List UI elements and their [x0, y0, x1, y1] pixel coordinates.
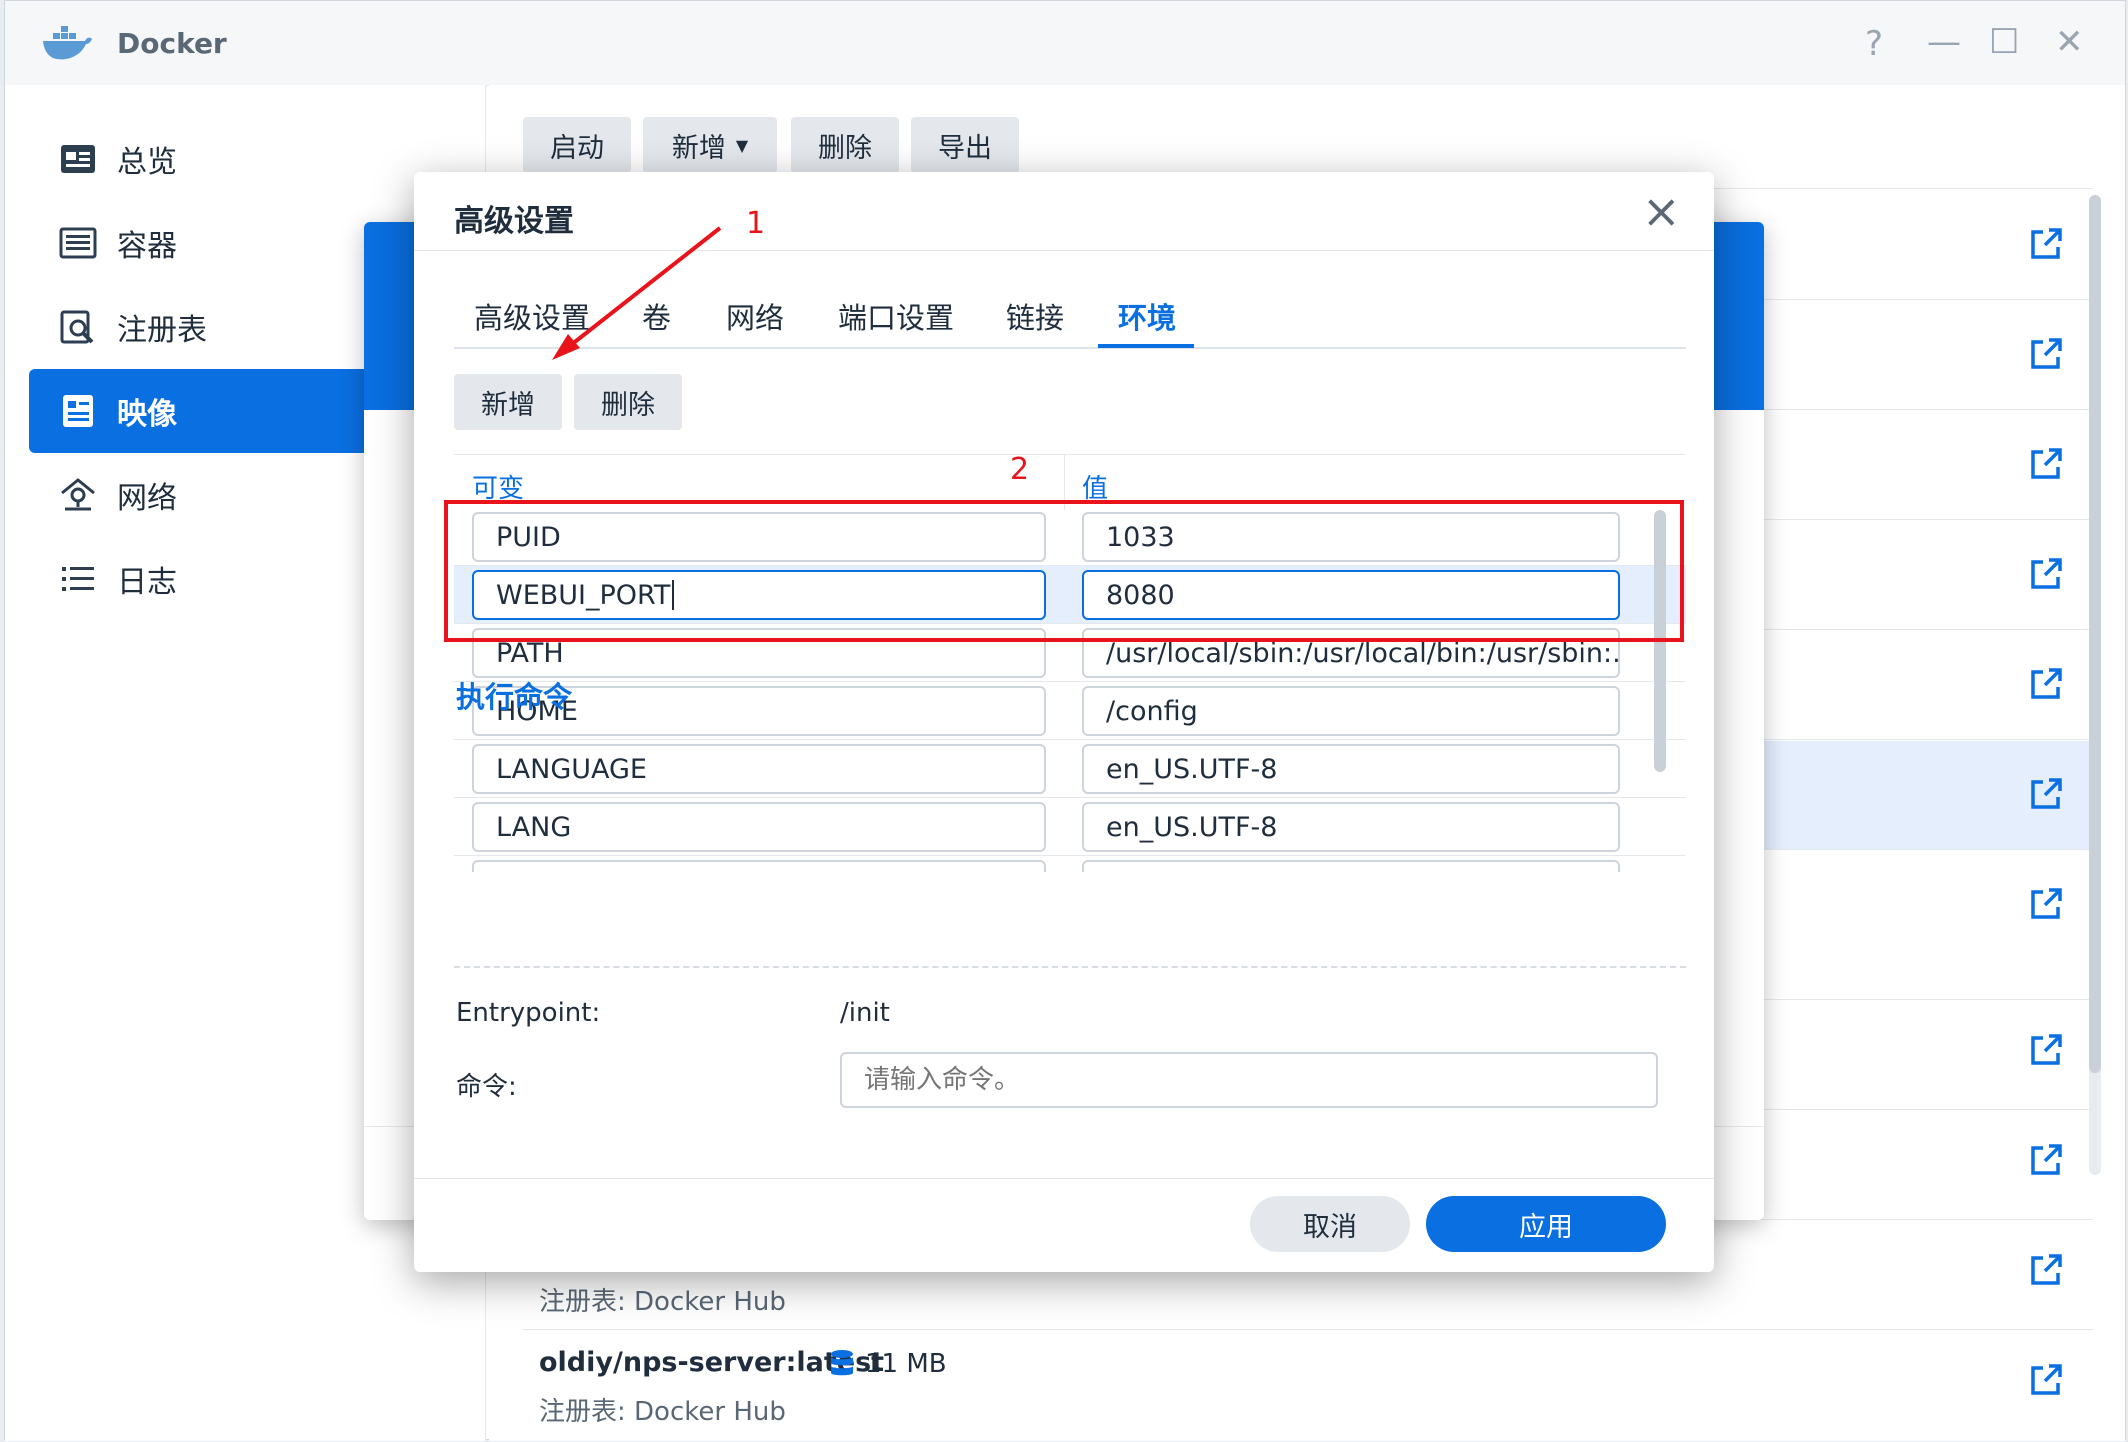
registry-icon [60, 310, 94, 344]
external-link-icon[interactable] [2029, 557, 2063, 591]
table-row[interactable]: PUID 1033 [454, 508, 1686, 566]
sidebar-item-label: 容器 [117, 229, 177, 264]
divider [454, 454, 1686, 455]
exec-section-title: 执行命令 [456, 680, 573, 714]
advanced-settings-dialog: 高级设置 × 高级设置 卷 网络 端口设置 链接 环境 新增 删除 可变 值 P… [414, 172, 1714, 1272]
tab-network[interactable]: 网络 [726, 284, 784, 348]
tab-port-settings[interactable]: 端口设置 [838, 284, 954, 348]
list-scrollbar[interactable] [2089, 195, 2101, 1175]
delete-env-button[interactable]: 删除 [574, 374, 682, 430]
command-input[interactable] [840, 1052, 1658, 1108]
external-link-icon[interactable] [2029, 777, 2063, 811]
grid-scrollbar-thumb[interactable] [1654, 510, 1666, 772]
env-value-field[interactable]: /config [1082, 686, 1620, 736]
active-tab-indicator [1098, 344, 1194, 348]
entrypoint-value: /init [840, 998, 890, 1028]
image-icon [63, 395, 93, 427]
entrypoint-label: Entrypoint: [456, 998, 601, 1028]
env-value-field[interactable]: 1033 [1082, 512, 1620, 562]
divider [523, 1329, 2093, 1330]
text-cursor [672, 580, 675, 610]
scrollbar-thumb[interactable] [2089, 195, 2101, 1073]
external-link-icon[interactable] [2029, 337, 2063, 371]
env-key-field[interactable]: PUID [472, 512, 1046, 562]
env-key-field[interactable]: PATH [472, 628, 1046, 678]
annotation-label-2: 2 [1010, 452, 1030, 487]
tab-links[interactable]: 链接 [1006, 284, 1064, 348]
title-bar: Docker ? — ☐ ✕ [5, 1, 2125, 86]
minimize-button[interactable]: — [1927, 25, 1961, 59]
database-icon [831, 1350, 853, 1376]
sidebar-item-label: 映像 [117, 397, 177, 432]
env-grid: PUID 1033 WEBUI_PORT 8080 PATH /usr/loca… [414, 508, 1714, 1060]
divider [414, 250, 1714, 251]
env-key-field[interactable]: WEBUI_PORT [472, 570, 1046, 620]
tab-environment[interactable]: 环境 [1118, 284, 1176, 348]
network-icon [61, 478, 95, 511]
external-link-icon[interactable] [2029, 887, 2063, 921]
sidebar-item-label: 日志 [117, 565, 177, 600]
docker-logo-icon [43, 26, 92, 60]
divider [414, 1178, 1714, 1179]
env-value-field[interactable]: 8080 [1082, 570, 1620, 620]
external-link-icon[interactable] [2029, 667, 2063, 701]
maximize-button[interactable]: ☐ [1989, 25, 2019, 59]
image-registry: 注册表: Docker Hub [539, 1397, 786, 1427]
table-row[interactable]: WEBUI_PORT 8080 [454, 566, 1686, 624]
image-size: 11 MB [865, 1349, 947, 1379]
sidebar-item-label: 注册表 [117, 313, 207, 348]
apply-button[interactable]: 应用 [1426, 1196, 1666, 1252]
chevron-down-icon: ▼ [735, 135, 749, 155]
export-button[interactable]: 导出 [911, 117, 1019, 173]
annotation-label-1: 1 [746, 206, 766, 241]
cancel-button[interactable]: 取消 [1250, 1196, 1410, 1252]
image-registry: 注册表: Docker Hub [539, 1287, 786, 1317]
delete-button[interactable]: 删除 [791, 117, 899, 173]
start-button[interactable]: 启动 [523, 117, 631, 173]
tab-volume[interactable]: 卷 [642, 284, 671, 348]
overview-icon [61, 145, 95, 173]
env-key-field[interactable]: LANGUAGE [472, 744, 1046, 794]
column-value-header[interactable]: 值 [1082, 468, 1108, 505]
command-label: 命令: [456, 1072, 517, 1102]
sidebar-item-label: 网络 [117, 481, 177, 516]
external-link-icon[interactable] [2029, 1033, 2063, 1067]
table-row[interactable]: PATH /usr/local/sbin:/usr/local/bin:/usr… [454, 624, 1686, 682]
external-link-icon[interactable] [2029, 1253, 2063, 1287]
help-button[interactable]: ? [1865, 27, 1883, 61]
env-key-field[interactable]: LANG [472, 802, 1046, 852]
exec-divider [454, 966, 1686, 968]
env-key-text: WEBUI_PORT [496, 579, 671, 611]
add-env-button[interactable]: 新增 [454, 374, 562, 430]
close-window-button[interactable]: ✕ [2055, 25, 2084, 59]
external-link-icon[interactable] [2029, 1143, 2063, 1177]
external-link-icon[interactable] [2029, 1363, 2063, 1397]
external-link-icon[interactable] [2029, 447, 2063, 481]
env-value-field[interactable]: en_US.UTF-8 [1082, 744, 1620, 794]
external-link-icon[interactable] [2029, 227, 2063, 261]
add-menu-button[interactable]: 新增 ▼ [643, 117, 777, 173]
dialog-title: 高级设置 [454, 204, 574, 239]
window-title: Docker [117, 27, 227, 60]
tab-underline [454, 347, 1686, 349]
column-divider [1064, 454, 1065, 510]
close-dialog-button[interactable]: × [1642, 188, 1681, 234]
tab-advanced[interactable]: 高级设置 [474, 284, 590, 348]
container-icon [59, 227, 97, 259]
sidebar-item-label: 总览 [117, 145, 177, 180]
table-row[interactable]: LANG en_US.UTF-8 [454, 798, 1686, 856]
table-row[interactable]: LANGUAGE en_US.UTF-8 [454, 740, 1686, 798]
column-variable-header[interactable]: 可变 [472, 468, 524, 505]
env-value-field[interactable]: en_US.UTF-8 [1082, 802, 1620, 852]
add-menu-label: 新增 [671, 132, 726, 164]
log-icon [62, 567, 94, 591]
sidebar-item-overview[interactable]: 总览 [29, 117, 479, 201]
table-row[interactable]: HOME /config [454, 682, 1686, 740]
env-value-field[interactable]: /usr/local/sbin:/usr/local/bin:/usr/sbin… [1082, 628, 1620, 678]
